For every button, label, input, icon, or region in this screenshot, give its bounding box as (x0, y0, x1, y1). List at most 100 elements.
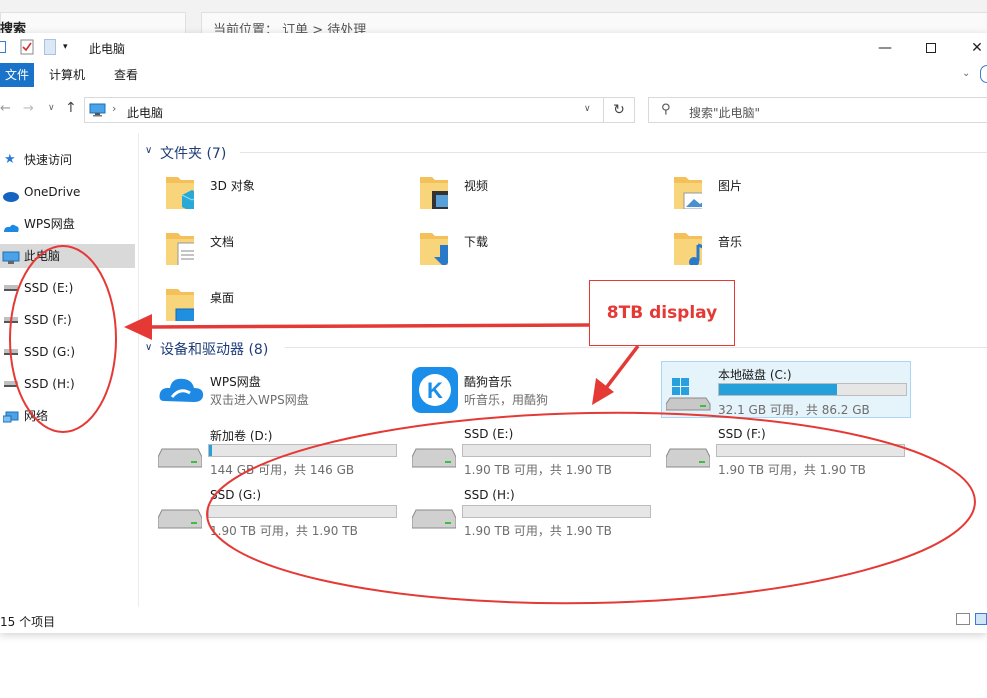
drive-space: 144 GB 可用，共 146 GB (210, 463, 355, 477)
sidebar-item-label: SSD (E:) (24, 281, 74, 295)
drive-usage-bar (208, 505, 397, 518)
drive-ssd-e[interactable]: SSD (E:) 1.90 TB 可用，共 1.90 TB (410, 425, 660, 477)
drive-name: 本地磁盘 (C:) (718, 368, 792, 382)
sidebar-item-ssd-g[interactable]: SSD (G:) (0, 340, 135, 364)
tab-file[interactable]: 文件 (0, 63, 34, 87)
drive-space: 32.1 GB 可用，共 86.2 GB (718, 403, 870, 417)
up-icon[interactable]: ↑ (65, 100, 77, 116)
drive-space: 1.90 TB 可用，共 1.90 TB (718, 463, 866, 477)
annotation-callout-text: 8TB display (606, 303, 718, 323)
minimize-icon: — (878, 40, 892, 56)
collapse-folders-icon[interactable]: ∨ (145, 145, 152, 156)
sidebar-item-onedrive[interactable]: OneDrive (0, 180, 135, 204)
sidebar-item-quick-access[interactable]: ★ 快速访问 (0, 148, 135, 172)
folders-group-header[interactable]: 文件夹 (7) (160, 143, 226, 163)
device-name: WPS网盘 (210, 375, 261, 389)
app-icon (0, 41, 6, 53)
folder-desktop-icon (166, 289, 194, 321)
network-icon (2, 409, 19, 433)
sidebar-item-label: WPS网盘 (24, 217, 75, 231)
drive-space: 1.90 TB 可用，共 1.90 TB (210, 524, 358, 538)
quick-access-toolbar-dropdown-icon[interactable]: ▾ (63, 42, 68, 52)
drive-ssd-f[interactable]: SSD (F:) 1.90 TB 可用，共 1.90 TB (664, 425, 914, 477)
wps-cloud-device[interactable]: WPS网盘 双击进入WPS网盘 (156, 367, 396, 411)
sidebar-item-label: OneDrive (24, 185, 81, 199)
folder-pictures[interactable]: 图片 (668, 171, 908, 217)
window-title: 此电脑 (89, 42, 126, 56)
ribbon-tabs: 文件 计算机 查看 ⌄ (0, 63, 987, 89)
drive-ssd-g[interactable]: SSD (G:) 1.90 TB 可用，共 1.90 TB (156, 486, 406, 538)
folder-video-icon (420, 177, 448, 209)
drive-name: SSD (F:) (718, 427, 766, 441)
recent-locations-icon[interactable]: ∨ (48, 103, 55, 113)
drive-d[interactable]: 新加卷 (D:) 144 GB 可用，共 146 GB (156, 425, 406, 477)
address-row: ← → ∨ ↑ › 此电脑 ∨ ↻ ⚲ 搜索"此电脑" (0, 93, 987, 127)
maximize-button[interactable] (908, 33, 954, 63)
tab-view[interactable]: 查看 (114, 63, 138, 87)
sidebar-item-wps-cloud[interactable]: WPS网盘 (0, 212, 135, 236)
folder-videos[interactable]: 视频 (414, 171, 654, 217)
kugou-music-device[interactable]: K 酷狗音乐 听音乐，用酷狗 (410, 365, 650, 415)
folders-group-divider (240, 152, 987, 153)
drive-name: SSD (E:) (464, 427, 514, 441)
folder-3d-objects[interactable]: 3D 对象 (160, 171, 400, 217)
properties-icon[interactable] (20, 39, 34, 55)
new-folder-icon[interactable] (44, 39, 56, 55)
tab-computer[interactable]: 计算机 (49, 63, 85, 87)
device-description: 双击进入WPS网盘 (210, 393, 309, 407)
drive-usage-bar (718, 383, 907, 396)
windows-drive-icon (665, 376, 712, 415)
maximize-icon (926, 43, 936, 53)
ribbon-expand-icon[interactable]: ⌄ (962, 68, 970, 79)
pc-icon (89, 103, 106, 117)
drive-icon (412, 509, 456, 529)
collapse-devices-icon[interactable]: ∨ (145, 342, 152, 353)
sidebar-item-label: SSD (H:) (24, 377, 75, 391)
star-icon: ★ (4, 152, 16, 167)
folder-3d-icon (166, 177, 194, 209)
refresh-button[interactable]: ↻ (604, 97, 635, 123)
breadcrumb-chevron-icon: › (112, 102, 117, 115)
address-path: 此电脑 (127, 106, 164, 120)
sidebar-item-network[interactable]: 网络 (0, 404, 135, 428)
folder-label: 图片 (718, 179, 743, 193)
drive-icon (158, 509, 202, 529)
folder-label: 音乐 (718, 235, 743, 249)
wps-cloud-icon (2, 218, 20, 242)
drive-c[interactable]: 本地磁盘 (C:) 32.1 GB 可用，共 86.2 GB (661, 361, 911, 418)
details-view-icon[interactable] (956, 613, 970, 625)
drive-icon (4, 285, 18, 291)
drive-icon (412, 448, 456, 468)
folder-desktop[interactable]: 桌面 (160, 283, 400, 329)
address-dropdown-icon[interactable]: ∨ (584, 104, 591, 114)
folder-downloads[interactable]: 下载 (414, 227, 654, 273)
kugou-music-icon: K (412, 367, 458, 413)
drive-ssd-h[interactable]: SSD (H:) 1.90 TB 可用，共 1.90 TB (410, 486, 660, 538)
sidebar-item-this-pc[interactable]: 此电脑 (0, 244, 135, 268)
sidebar-item-ssd-h[interactable]: SSD (H:) (0, 372, 135, 396)
folder-documents[interactable]: 文档 (160, 227, 400, 273)
close-icon: ✕ (971, 40, 983, 56)
search-icon: ⚲ (661, 102, 671, 117)
folder-music-icon (674, 233, 702, 265)
back-icon[interactable]: ← (0, 101, 11, 116)
sidebar-item-label: 网络 (24, 409, 49, 423)
status-bar: 15 个项目 (0, 609, 987, 631)
help-icon[interactable] (980, 65, 987, 83)
search-input[interactable]: ⚲ 搜索"此电脑" (648, 97, 987, 123)
folder-label: 桌面 (210, 291, 235, 305)
devices-group-header[interactable]: 设备和驱动器 (8) (160, 339, 268, 359)
large-icons-view-icon[interactable] (975, 613, 987, 625)
folder-label: 文档 (210, 235, 235, 249)
folder-documents-icon (166, 233, 194, 265)
sidebar-item-ssd-f[interactable]: SSD (F:) (0, 308, 135, 332)
drive-space: 1.90 TB 可用，共 1.90 TB (464, 524, 612, 538)
forward-icon[interactable]: → (23, 101, 34, 116)
minimize-button[interactable]: — (862, 33, 908, 63)
address-bar[interactable]: › 此电脑 ∨ (84, 97, 604, 123)
close-button[interactable]: ✕ (954, 33, 987, 63)
folder-music[interactable]: 音乐 (668, 227, 908, 273)
drive-name: SSD (H:) (464, 488, 515, 502)
device-name: 酷狗音乐 (464, 375, 513, 389)
sidebar-item-ssd-e[interactable]: SSD (E:) (0, 276, 135, 300)
